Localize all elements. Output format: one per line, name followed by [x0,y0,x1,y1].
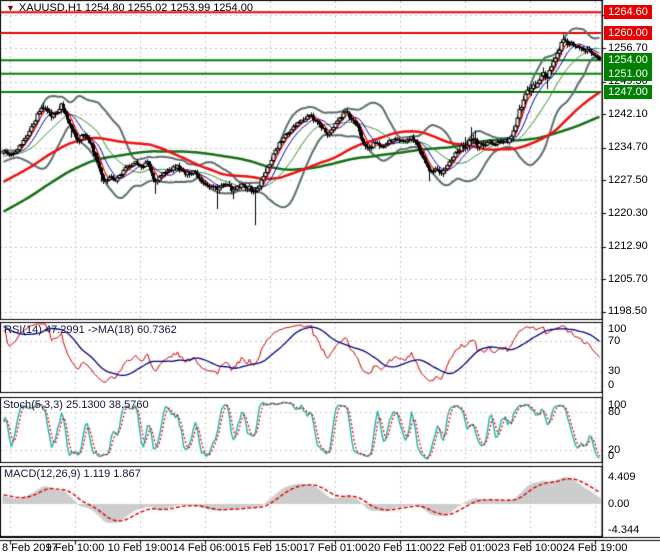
rsi-level-label: 70 [608,334,621,347]
quote-close: 1254.00 [213,2,253,14]
time-axis-label: 22 Feb 01:00 [432,542,498,554]
time-axis-label: 14 Feb 06:00 [172,542,238,554]
symbol-label: XAUUSD,H1 [18,2,82,14]
price-axis-label: 1198.50 [608,305,647,318]
price-axis-badge: 1251.00 [604,66,652,81]
rsi-panel-label: RSI(14) 47.2991 ->MA(18) 60.7362 [4,324,177,336]
chart-window: ▼ XAUUSD,H1 1254.80 1255.02 1253.99 1254.00 R… [0,0,660,560]
macd-axis-min: -4.344 [608,524,640,536]
symbol-dropdown-icon[interactable]: ▼ [6,3,15,13]
chart-header: ▼ XAUUSD,H1 1254.80 1255.02 1253.99 1254.00 [6,2,256,14]
price-axis-badge: 1260.00 [604,26,652,41]
price-axis-label: 1227.50 [608,173,648,186]
macd-panel-label: MACD(12,26,9) 1.119 1.867 [4,468,141,480]
quote-high: 1255.02 [127,2,168,14]
price-axis-badge: 1254.00 [604,53,652,68]
price-axis-label: 1220.30 [608,206,648,219]
price-axis-badge: 1264.60 [604,5,652,20]
price-axis-label: 1205.70 [608,272,648,285]
time-axis-label: 10 Feb 19:00 [107,542,173,554]
time-axis-label: 17 Feb 01:00 [302,542,368,554]
quote-low: 1253.99 [170,2,211,14]
rsi-level-label: 30 [608,364,621,377]
time-axis-label: 9 Feb 10:00 [45,542,105,554]
price-axis-label: 1212.90 [608,240,648,253]
stoch-level-label: 0 [608,449,615,462]
time-axis-label: 15 Feb 15:00 [237,542,303,554]
macd-axis-zero: 0.00 [608,498,630,510]
price-axis-label: 1242.10 [608,107,648,120]
stoch-level-label: 80 [608,405,621,418]
stoch-panel-label: Stoch(5,3,3) 25.1300 38.5760 [3,399,149,411]
time-axis-label: 20 Feb 11:00 [367,542,433,554]
price-axis-badge: 1247.00 [604,84,652,99]
macd-axis-max: 4.409 [608,471,636,483]
quote-open: 1254.80 [84,2,125,14]
price-axis-label: 1234.70 [608,141,648,154]
rsi-level-label: 0 [608,378,615,391]
time-axis-label: 24 Feb 19:00 [562,542,628,554]
time-axis-label: 23 Feb 10:00 [497,542,563,554]
